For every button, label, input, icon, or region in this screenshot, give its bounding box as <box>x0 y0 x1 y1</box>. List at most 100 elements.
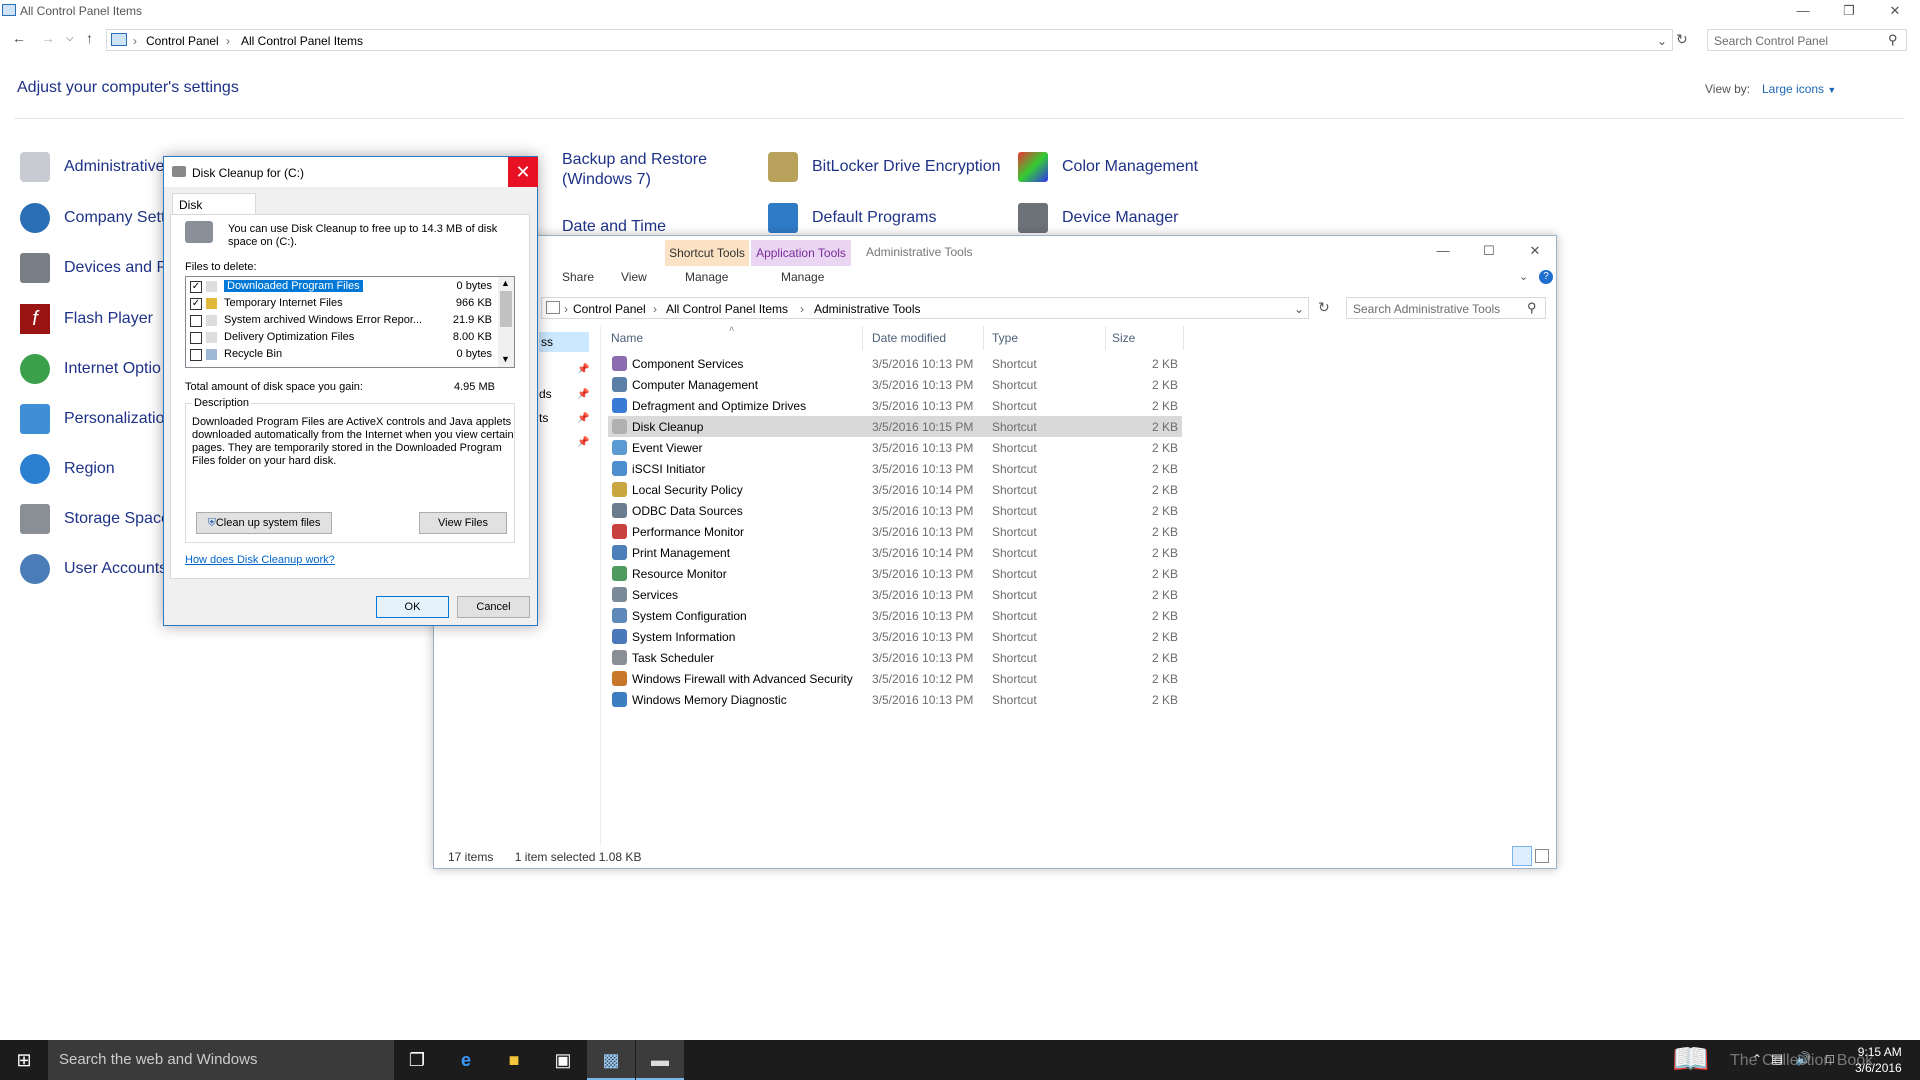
tab-manage-application[interactable]: Manage <box>781 270 824 284</box>
cleanup-file-row[interactable]: System archived Windows Error Repor... 21… <box>186 313 504 329</box>
maximize-button[interactable]: ☐ <box>1466 240 1512 262</box>
close-button[interactable]: ✕ <box>1872 0 1918 22</box>
up-arrow-icon[interactable]: ↑ <box>86 30 93 46</box>
file-checkbox[interactable]: ✓ <box>190 281 202 293</box>
start-windows-icon[interactable]: ⊞ <box>0 1040 48 1080</box>
file-row[interactable]: Services 3/5/2016 10:13 PM Shortcut 2 KB <box>608 584 1182 605</box>
network-icon[interactable]: ▤ <box>1771 1051 1783 1067</box>
large-icons-view-icon[interactable] <box>1535 849 1549 863</box>
breadcrumb-all-items[interactable]: All Control Panel Items <box>241 34 363 48</box>
tab-view[interactable]: View <box>621 270 647 284</box>
breadcrumb-control-panel[interactable]: Control Panel <box>573 302 646 316</box>
pin-icon[interactable]: 📌 <box>577 364 589 375</box>
column-divider[interactable] <box>1105 326 1106 350</box>
nav-pane-item[interactable]: ts <box>539 411 548 425</box>
details-view-icon[interactable] <box>1512 846 1532 866</box>
cp-search-input[interactable]: Search Control Panel ⚲ <box>1707 29 1907 51</box>
cp-item-backup-restore[interactable]: Backup and Restore (Windows 7) <box>562 150 707 190</box>
file-row[interactable]: Component Services 3/5/2016 10:13 PM Short… <box>608 353 1182 374</box>
breadcrumb-control-panel[interactable]: Control Panel <box>146 34 219 48</box>
file-row[interactable]: Resource Monitor 3/5/2016 10:13 PM Shortcu… <box>608 563 1182 584</box>
file-row[interactable]: Defragment and Optimize Drives 3/5/2016 1… <box>608 395 1182 416</box>
disk-cleanup-taskbar-icon[interactable]: ▬ <box>636 1040 684 1080</box>
breadcrumb-all-items[interactable]: All Control Panel Items <box>666 302 788 316</box>
minimize-button[interactable]: — <box>1420 240 1466 262</box>
volume-icon[interactable]: 🔊 <box>1795 1051 1811 1067</box>
close-button[interactable]: ✕ <box>508 157 538 187</box>
nav-pane-item[interactable]: ds <box>539 387 552 401</box>
column-header-size[interactable]: Size <box>1112 331 1135 345</box>
pin-icon[interactable]: 📌 <box>577 437 589 448</box>
forward-arrow-icon[interactable]: → <box>41 30 55 46</box>
ok-button[interactable]: OK <box>376 596 449 618</box>
clean-up-system-files-button[interactable]: ⛨Clean up system files <box>196 512 332 534</box>
file-checkbox[interactable] <box>190 315 202 327</box>
file-checkbox[interactable]: ✓ <box>190 298 202 310</box>
column-divider[interactable] <box>862 326 863 350</box>
search-icon[interactable]: ⚲ <box>1888 32 1898 48</box>
refresh-icon[interactable]: ↻ <box>1318 299 1330 316</box>
file-row[interactable]: Task Scheduler 3/5/2016 10:13 PM Shortcut 2… <box>608 647 1182 668</box>
file-row[interactable]: Local Security Policy 3/5/2016 10:14 PM Sh… <box>608 479 1182 500</box>
cleanup-file-row[interactable]: ✓ Temporary Internet Files 966 KB <box>186 296 504 312</box>
scroll-thumb[interactable] <box>500 291 512 327</box>
file-row[interactable]: System Configuration 3/5/2016 10:13 PM Sho… <box>608 605 1182 626</box>
address-dropdown-icon[interactable]: ⌄ <box>1657 34 1667 48</box>
store-icon[interactable]: ▣ <box>539 1040 587 1080</box>
search-icon[interactable]: ⚲ <box>1527 300 1537 316</box>
back-arrow-icon[interactable]: ← <box>12 30 26 46</box>
file-row[interactable]: iSCSI Initiator 3/5/2016 10:13 PM Shortcut… <box>608 458 1182 479</box>
file-row[interactable]: Performance Monitor 3/5/2016 10:13 PM Shor… <box>608 521 1182 542</box>
control-panel-taskbar-icon[interactable]: ▩ <box>587 1040 635 1080</box>
file-explorer-icon[interactable]: ■ <box>490 1040 538 1080</box>
tab-share[interactable]: Share <box>562 270 594 284</box>
pin-icon[interactable]: 📌 <box>577 389 589 400</box>
tab-application-tools[interactable]: Application Tools <box>751 240 851 266</box>
file-row[interactable]: Windows Memory Diagnostic 3/5/2016 10:13 … <box>608 689 1182 710</box>
pin-icon[interactable]: 📌 <box>577 413 589 424</box>
cp-address-bar[interactable]: › Control Panel › All Control Panel Item… <box>106 29 1673 51</box>
breadcrumb-admin-tools[interactable]: Administrative Tools <box>814 302 921 316</box>
column-divider[interactable] <box>983 326 984 350</box>
column-header-type[interactable]: Type <box>992 331 1018 345</box>
taskbar-search-box[interactable]: Search the web and Windows <box>48 1040 394 1080</box>
task-view-icon[interactable]: ❐ <box>393 1040 441 1080</box>
ribbon-expand-chevron-icon[interactable]: ⌄ <box>1519 270 1528 283</box>
nav-pane-selected-item[interactable]: ss <box>539 332 589 352</box>
file-row[interactable]: Computer Management 3/5/2016 10:13 PM Shor… <box>608 374 1182 395</box>
file-row[interactable]: ODBC Data Sources 3/5/2016 10:13 PM Shortc… <box>608 500 1182 521</box>
help-link[interactable]: How does Disk Cleanup work? <box>185 554 335 566</box>
cleanup-file-row[interactable]: Recycle Bin 0 bytes <box>186 347 504 363</box>
scroll-up-icon[interactable]: ▲ <box>501 278 510 288</box>
file-checkbox[interactable] <box>190 349 202 361</box>
address-dropdown-icon[interactable]: ⌄ <box>1294 302 1304 316</box>
view-by-dropdown[interactable]: Large icons ▼ <box>1762 82 1836 96</box>
taskbar-clock[interactable]: 9:15 AM 3/6/2016 <box>1855 1044 1902 1076</box>
file-row[interactable]: Event Viewer 3/5/2016 10:13 PM Shortcut 2 K… <box>608 437 1182 458</box>
close-button[interactable]: ✕ <box>1512 240 1558 262</box>
scroll-down-icon[interactable]: ▼ <box>501 354 510 364</box>
explorer-address-bar[interactable]: › Control Panel › All Control Panel Item… <box>541 297 1309 319</box>
cleanup-file-row[interactable]: ✓ Downloaded Program Files 0 bytes <box>186 279 504 295</box>
list-scrollbar[interactable]: ▲ ▼ <box>498 277 514 367</box>
file-row[interactable]: Disk Cleanup 3/5/2016 10:15 PM Shortcut 2 K… <box>608 416 1182 437</box>
action-center-icon[interactable]: □ <box>1826 1051 1834 1066</box>
file-row[interactable]: System Information 3/5/2016 10:13 PM Short… <box>608 626 1182 647</box>
tab-disk-cleanup[interactable]: Disk Cleanup <box>172 193 256 226</box>
column-header-date[interactable]: Date modified <box>872 331 946 345</box>
refresh-icon[interactable]: ↻ <box>1676 31 1688 48</box>
file-row[interactable]: Print Management 3/5/2016 10:14 PM Shortcu… <box>608 542 1182 563</box>
help-icon[interactable]: ? <box>1539 270 1553 284</box>
recent-locations-chevron-icon[interactable]: ⌵ <box>66 33 74 44</box>
column-divider[interactable] <box>1183 326 1184 350</box>
restore-button[interactable]: ❐ <box>1826 0 1872 22</box>
file-checkbox[interactable] <box>190 332 202 344</box>
column-header-name[interactable]: Name <box>611 331 643 345</box>
show-hidden-icons-icon[interactable]: ⌃ <box>1752 1052 1762 1066</box>
minimize-button[interactable]: — <box>1780 0 1826 22</box>
tab-manage-shortcut[interactable]: Manage <box>685 270 728 284</box>
cancel-button[interactable]: Cancel <box>457 596 530 618</box>
file-row[interactable]: Windows Firewall with Advanced Security 3… <box>608 668 1182 689</box>
explorer-search-input[interactable]: Search Administrative Tools ⚲ <box>1346 297 1546 319</box>
cleanup-file-row[interactable]: Delivery Optimization Files 8.00 KB <box>186 330 504 346</box>
